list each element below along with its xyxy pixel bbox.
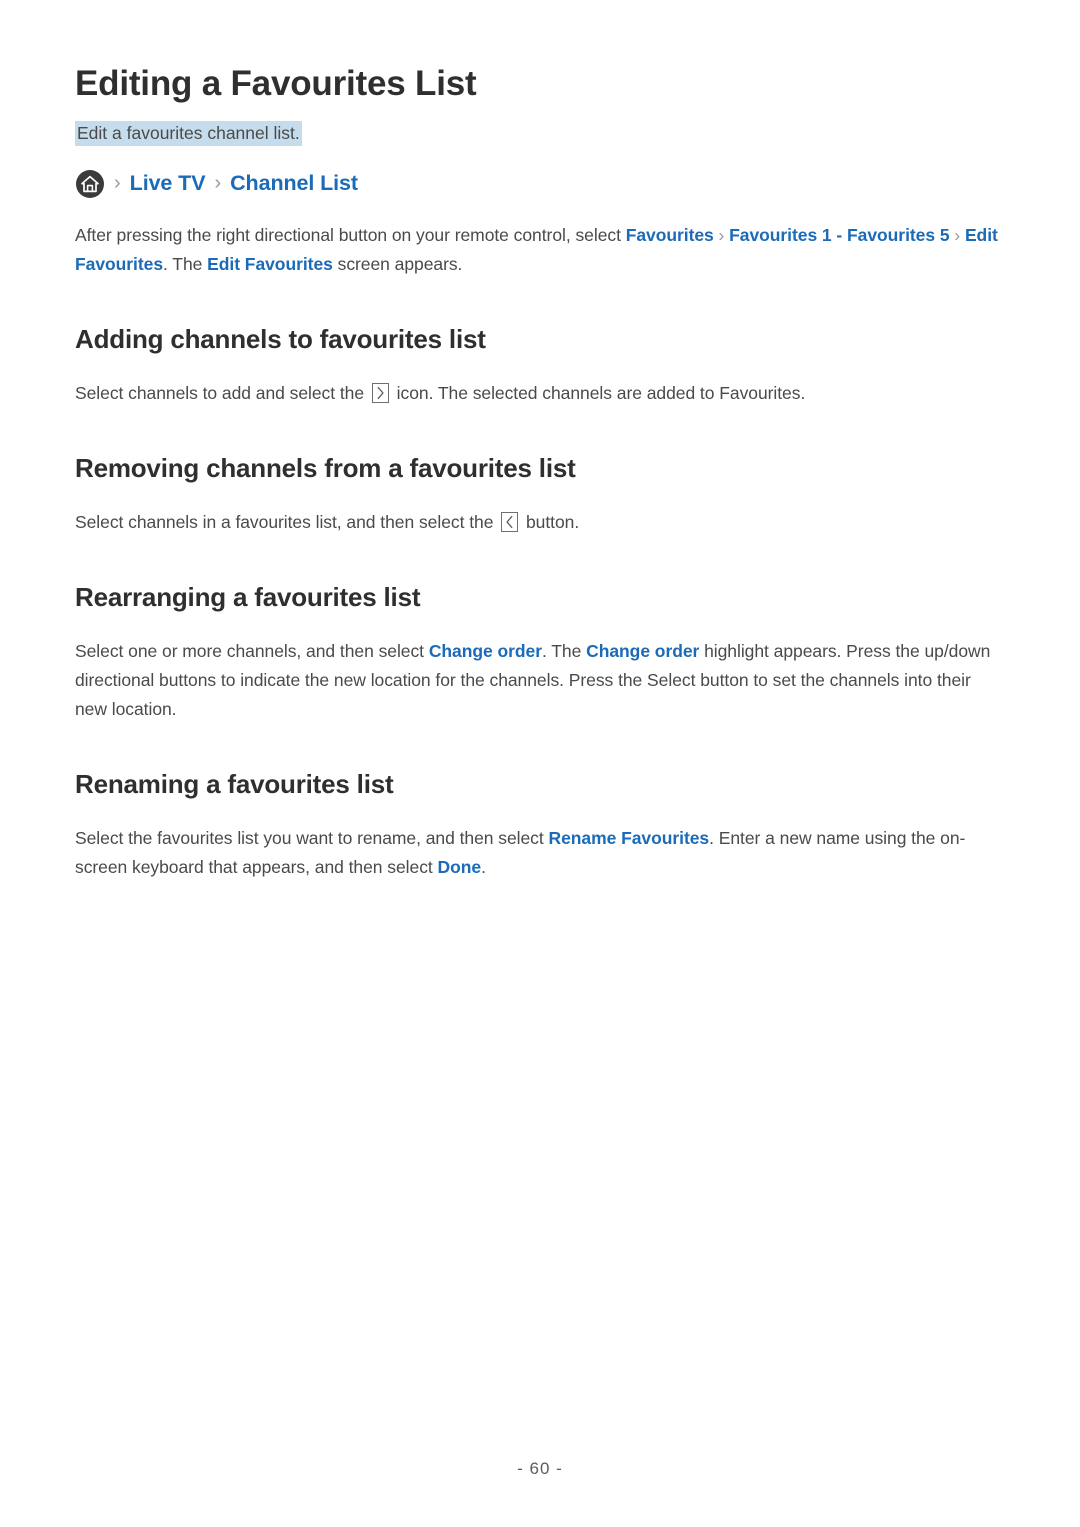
section-body-removing-channels: Select channels in a favourites list, an…: [75, 486, 1005, 537]
intro-paragraph: After pressing the right directional but…: [75, 199, 1005, 279]
breadcrumb: › Live TV › Channel List: [75, 169, 1005, 199]
renaming-text-part1: Select the favourites list you want to r…: [75, 827, 549, 848]
chevron-right-icon: ›: [713, 225, 730, 245]
rearranging-text-part2: . The: [541, 640, 587, 661]
link-rename-favourites[interactable]: Rename Favourites: [549, 828, 710, 848]
breadcrumb-item-live-tv[interactable]: Live TV: [130, 173, 206, 195]
subtitle-row: Edit a favourites channel list.: [75, 120, 1005, 146]
chevron-right-icon: ›: [114, 172, 121, 194]
renaming-text-part3: .: [481, 856, 486, 877]
document-page: Editing a Favourites List Edit a favouri…: [0, 0, 1080, 1527]
link-change-order-highlight[interactable]: Change order: [586, 641, 699, 661]
rearranging-text-part1: Select one or more channels, and then se…: [75, 640, 429, 661]
section-body-renaming: Select the favourites list you want to r…: [75, 802, 1005, 882]
chevron-right-icon: ›: [949, 225, 965, 245]
page-subtitle-highlight: Edit a favourites channel list.: [75, 120, 302, 146]
adding-text-part1: Select channels to add and select the: [75, 382, 369, 403]
section-body-adding-channels: Select channels to add and select the ic…: [75, 357, 1005, 408]
intro-text-part1: After pressing the right directional but…: [75, 225, 626, 245]
section-body-rearranging: Select one or more channels, and then se…: [75, 615, 1005, 724]
removing-text-part2: button.: [521, 511, 580, 532]
chevron-right-key-icon: [371, 382, 389, 403]
intro-text-part3: screen appears.: [332, 254, 463, 275]
page-number: - 60 -: [517, 1459, 563, 1478]
page-title: Editing a Favourites List: [75, 64, 477, 103]
intro-text-part2: . The: [163, 254, 208, 275]
link-change-order[interactable]: Change order: [429, 641, 542, 661]
removing-text-part1: Select channels in a favourites list, an…: [75, 511, 499, 532]
section-heading-removing-channels: Removing channels from a favourites list: [75, 452, 576, 483]
link-done[interactable]: Done: [438, 857, 482, 877]
section-heading-rearranging: Rearranging a favourites list: [75, 581, 421, 612]
home-icon[interactable]: [75, 169, 105, 199]
link-favourites-range[interactable]: Favourites 1 - Favourites 5: [729, 225, 949, 245]
section-heading-renaming: Renaming a favourites list: [75, 768, 394, 799]
adding-text-part2: icon. The selected channels are added to…: [391, 382, 806, 403]
breadcrumb-item-channel-list[interactable]: Channel List: [230, 173, 358, 195]
link-favourites[interactable]: Favourites: [626, 225, 714, 245]
section-heading-adding-channels: Adding channels to favourites list: [75, 324, 486, 355]
link-edit-favourites-screen[interactable]: Edit Favourites: [207, 254, 333, 274]
chevron-right-icon: ›: [214, 172, 222, 194]
chevron-left-key-icon: [501, 511, 519, 532]
